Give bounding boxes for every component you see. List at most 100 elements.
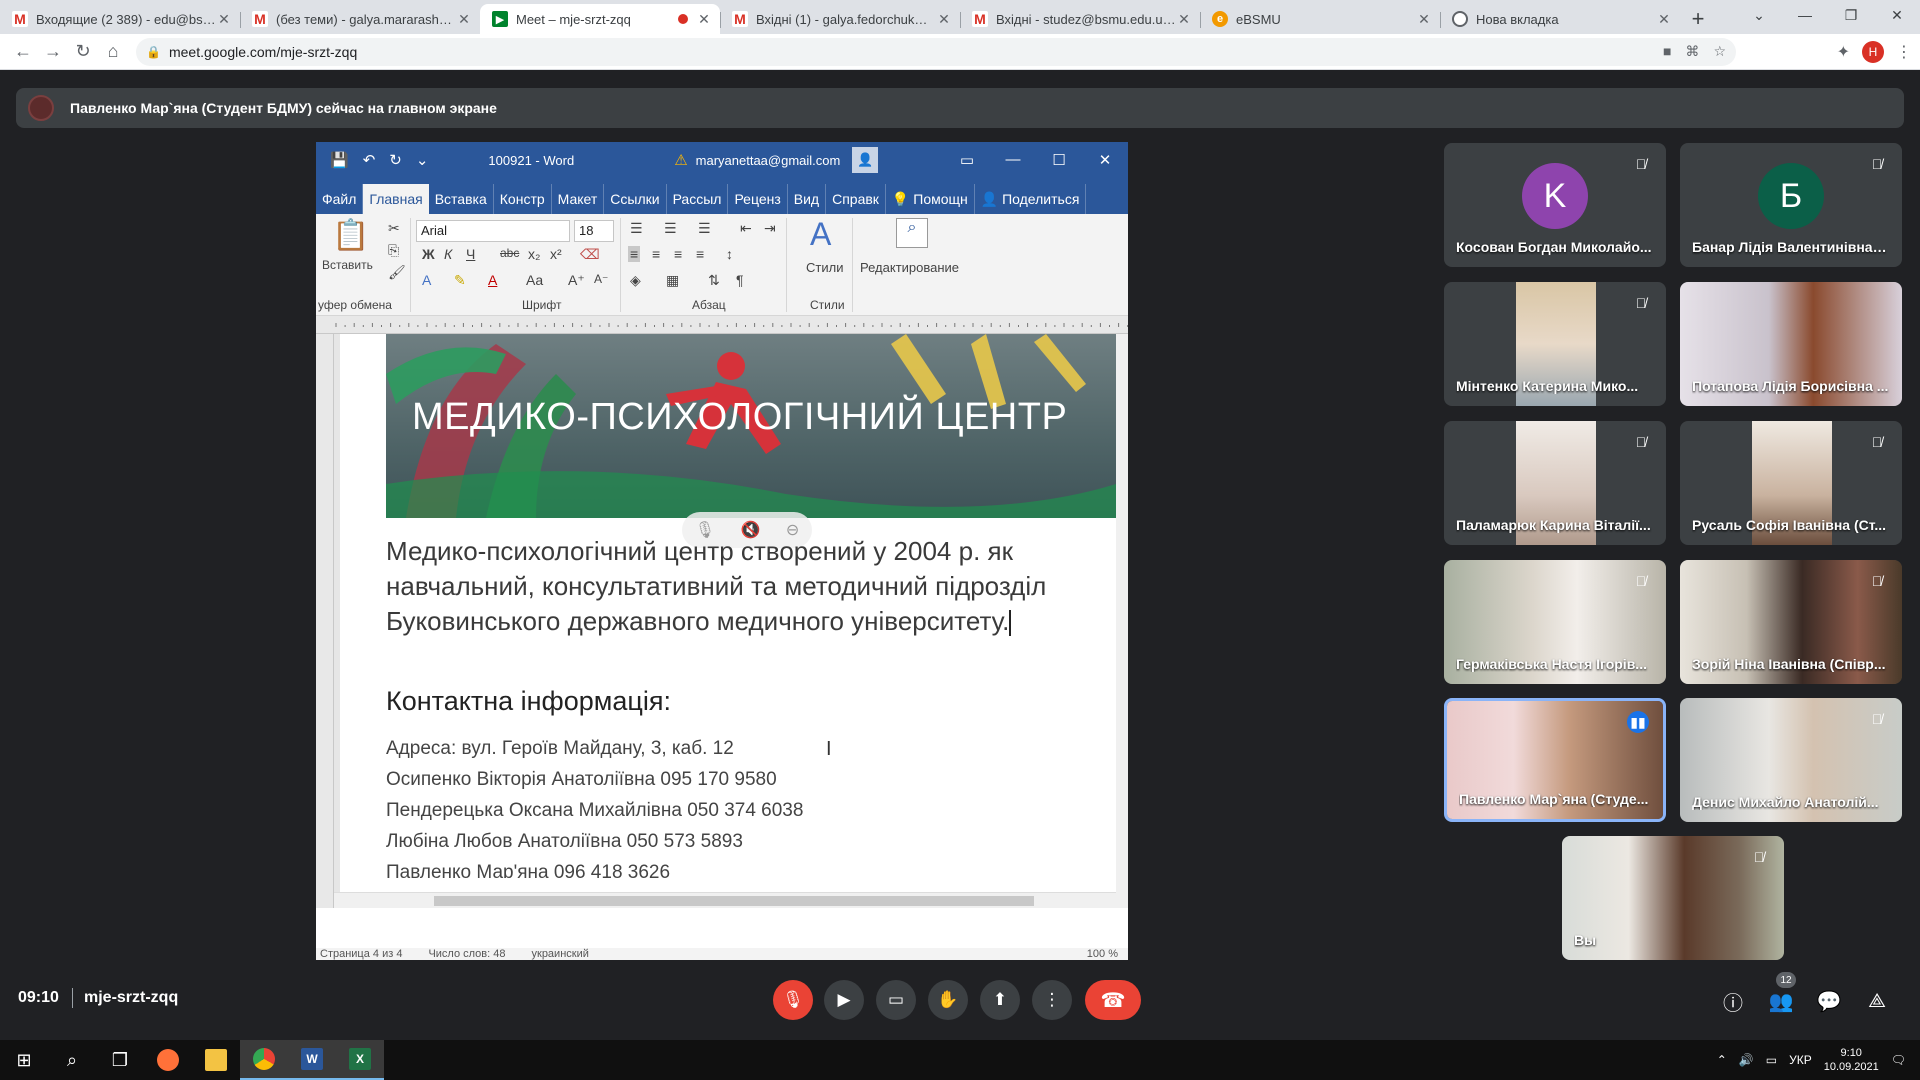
participant-tile[interactable]: 🎙̸ Паламарюк Карина Віталії...: [1444, 421, 1666, 545]
participant-tile[interactable]: 🎙̸ Гермаківська Настя Ігорів...: [1444, 560, 1666, 684]
volume-icon[interactable]: 🔊: [1739, 1053, 1754, 1067]
sort-icon[interactable]: ⇅: [708, 272, 720, 289]
ribbon-tab[interactable]: Рассыл: [667, 184, 729, 214]
language[interactable]: украинский: [532, 948, 589, 960]
increase-indent-icon[interactable]: ⇥: [764, 220, 776, 237]
strikethrough-icon[interactable]: abc: [500, 246, 519, 260]
horizontal-scrollbar[interactable]: [334, 892, 1116, 908]
underline-icon[interactable]: Ч: [466, 246, 475, 262]
participant-tile[interactable]: Потапова Лідія Борисівна ...: [1680, 282, 1902, 406]
ribbon-tab[interactable]: Констр: [494, 184, 552, 214]
bullets-icon[interactable]: ☰: [630, 220, 643, 237]
horizontal-ruler[interactable]: [316, 316, 1128, 334]
italic-icon[interactable]: К: [444, 246, 452, 262]
font-size-select[interactable]: 18: [574, 220, 614, 242]
camera-icon[interactable]: ■: [1663, 43, 1671, 60]
account-avatar[interactable]: 👤: [852, 147, 879, 173]
address-bar[interactable]: 🔒 meet.google.com/mje-srzt-zqq ■ ⌘ ☆: [136, 37, 1736, 66]
change-case-icon[interactable]: Aa: [526, 272, 543, 288]
shading-icon[interactable]: ◈: [630, 272, 641, 289]
input-language[interactable]: УКР: [1789, 1053, 1812, 1067]
close-tab-icon[interactable]: ✕: [1416, 11, 1432, 28]
ribbon-display-icon[interactable]: ▭: [944, 151, 990, 169]
scroll-thumb[interactable]: [434, 896, 1034, 906]
participant-tile[interactable]: 🎙̸ Русаль Софія Іванівна (Ст...: [1680, 421, 1902, 545]
vertical-ruler[interactable]: [316, 334, 334, 908]
bookmark-star-icon[interactable]: ☆: [1713, 43, 1726, 60]
restore-icon[interactable]: ❐: [1828, 0, 1874, 30]
customize-toolbar-icon[interactable]: ⌄: [416, 151, 429, 169]
close-window-icon[interactable]: ✕: [1874, 0, 1920, 30]
browser-tab[interactable]: M (без теми) - galya.mararash@bsmu ✕: [240, 4, 480, 34]
captions-button[interactable]: ▭: [876, 980, 916, 1020]
share-button[interactable]: 👤 Поделиться: [975, 184, 1087, 214]
close-tab-icon[interactable]: ✕: [936, 11, 952, 28]
tab-search-icon[interactable]: ⌄: [1736, 0, 1782, 30]
search-button[interactable]: ⌕: [48, 1040, 96, 1080]
taskbar-app-word[interactable]: W: [288, 1040, 336, 1080]
participant-tile[interactable]: 🎙̸ Денис Михайло Анатолій...: [1680, 698, 1902, 822]
ribbon-tab[interactable]: Макет: [552, 184, 605, 214]
multilevel-list-icon[interactable]: ☰: [698, 220, 711, 237]
zoom-level[interactable]: 100 %: [1087, 948, 1128, 960]
close-icon[interactable]: ✕: [1082, 151, 1128, 169]
tray-overflow-icon[interactable]: ⌃: [1717, 1053, 1727, 1067]
reload-icon[interactable]: ↻: [68, 37, 98, 67]
vertical-scrollbar[interactable]: [1116, 334, 1128, 908]
justify-icon[interactable]: ≡: [696, 246, 704, 262]
task-view-button[interactable]: ❐: [96, 1040, 144, 1080]
ribbon-tab[interactable]: Вставка: [429, 184, 494, 214]
text-effects-icon[interactable]: A: [422, 272, 431, 288]
word-count[interactable]: Число слов: 48: [428, 948, 505, 960]
bold-icon[interactable]: Ж: [422, 246, 435, 262]
lock-icon[interactable]: 🔒: [146, 45, 161, 59]
editing-label[interactable]: Редактирование: [860, 260, 959, 275]
people-button[interactable]: 👥: [1766, 986, 1796, 1016]
ribbon-tab[interactable]: Ссылки: [604, 184, 667, 214]
ribbon-tab-tell-me[interactable]: 💡 Помощн: [886, 184, 975, 214]
translate-icon[interactable]: ⌘: [1685, 43, 1699, 60]
participant-tile[interactable]: K 🎙̸ Косован Богдан Миколайо...: [1444, 143, 1666, 267]
new-tab-button[interactable]: +: [1680, 4, 1716, 34]
more-options-button[interactable]: ⋮: [1032, 980, 1072, 1020]
chrome-menu-icon[interactable]: ⋮: [1896, 42, 1912, 62]
close-tab-icon[interactable]: ✕: [456, 11, 472, 28]
ribbon-tab[interactable]: Реценз: [728, 184, 788, 214]
grow-font-icon[interactable]: A⁺: [568, 272, 585, 289]
taskbar-app-explorer[interactable]: [192, 1040, 240, 1080]
align-center-icon[interactable]: ≡: [652, 246, 660, 262]
home-icon[interactable]: ⌂: [98, 37, 128, 67]
activities-button[interactable]: ⟁: [1862, 986, 1892, 1016]
numbering-icon[interactable]: ☰: [664, 220, 677, 237]
font-color-icon[interactable]: A: [488, 272, 497, 288]
font-name-select[interactable]: Arial: [416, 220, 570, 242]
align-left-icon[interactable]: ≡: [628, 246, 641, 262]
browser-tab[interactable]: e eBSMU ✕: [1200, 4, 1440, 34]
participant-tile-active-speaker[interactable]: ▮▮ Павленко Мар`яна (Студе...: [1444, 698, 1666, 822]
paste-icon[interactable]: 📋: [332, 218, 369, 253]
meeting-code[interactable]: mje-srzt-zqq: [84, 989, 178, 1007]
format-painter-icon[interactable]: 🖌: [388, 264, 406, 281]
undo-icon[interactable]: ↶: [363, 151, 376, 169]
taskbar-app-firefox[interactable]: [144, 1040, 192, 1080]
chat-button[interactable]: 💬: [1814, 986, 1844, 1016]
minimize-icon[interactable]: —: [1782, 0, 1828, 30]
browser-tab[interactable]: M Вхідні - studez@bsmu.edu.ua - Б ✕: [960, 4, 1200, 34]
meeting-details-button[interactable]: ⓘ: [1718, 986, 1748, 1016]
close-tab-icon[interactable]: ✕: [216, 11, 232, 28]
close-tab-icon[interactable]: ✕: [1656, 11, 1672, 28]
browser-tab[interactable]: M Входящие (2 389) - edu@bsmu.edu.ua ✕: [0, 4, 240, 34]
back-icon[interactable]: ←: [8, 37, 38, 67]
network-icon[interactable]: ▭: [1766, 1053, 1777, 1067]
warning-icon[interactable]: ⚠: [674, 151, 687, 169]
taskbar-app-chrome[interactable]: [240, 1040, 288, 1080]
leave-call-button[interactable]: ☎: [1085, 980, 1141, 1020]
forward-icon[interactable]: →: [38, 37, 68, 67]
redo-icon[interactable]: ↻: [389, 151, 402, 169]
paste-label[interactable]: Вставить: [322, 258, 373, 272]
close-tab-icon[interactable]: ✕: [1176, 11, 1192, 28]
clock[interactable]: 9:10 10.09.2021: [1824, 1046, 1879, 1074]
start-button[interactable]: ⊞: [0, 1040, 48, 1080]
page-count[interactable]: Страница 4 из 4: [320, 948, 402, 960]
line-spacing-icon[interactable]: ↕: [726, 246, 733, 262]
